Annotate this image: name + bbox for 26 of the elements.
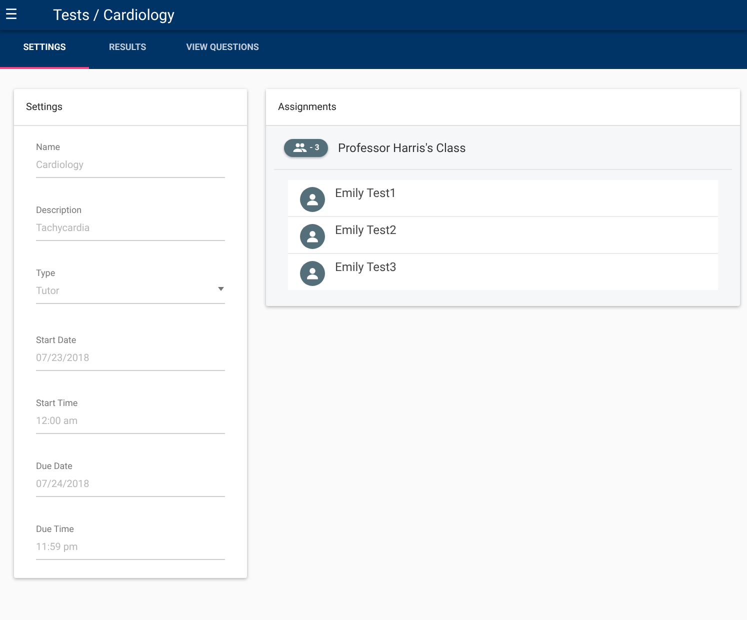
student-name: Emily Test3	[335, 259, 396, 276]
tab[interactable]: VIEW QUESTIONS	[166, 30, 279, 69]
student-name: Emily Test2	[335, 222, 396, 239]
page-title: Tests / Cardiology	[53, 4, 174, 26]
field-label: Description	[36, 205, 83, 217]
card-title: Assignments	[278, 100, 336, 114]
field-label: Due Time	[36, 524, 75, 536]
student-name: Emily Test1	[335, 185, 396, 202]
field-label: Type	[36, 268, 56, 280]
student-row[interactable]: Emily Test3	[288, 254, 718, 290]
member-count-badge[interactable]: - 3	[284, 138, 328, 156]
class-name: Professor Harris's Class	[338, 140, 466, 156]
person-avatar-icon	[300, 261, 325, 286]
student-row[interactable]: Emily Test2	[288, 217, 718, 253]
person-avatar-icon	[300, 224, 325, 249]
field-label: Name	[36, 142, 61, 154]
student-row[interactable]: Emily Test1	[288, 180, 718, 216]
dropdown-arrow-icon[interactable]	[218, 286, 224, 290]
menu-icon[interactable]: ☰	[5, 8, 21, 22]
field-label: Start Date	[36, 335, 78, 347]
field-label: Due Date	[36, 461, 74, 473]
field-label: Start Time	[36, 398, 79, 410]
person-avatar-icon	[300, 187, 325, 212]
tab[interactable]: RESULTS	[89, 30, 166, 69]
card-title: Settings	[26, 100, 63, 114]
tab[interactable]: SETTINGS	[0, 30, 89, 69]
